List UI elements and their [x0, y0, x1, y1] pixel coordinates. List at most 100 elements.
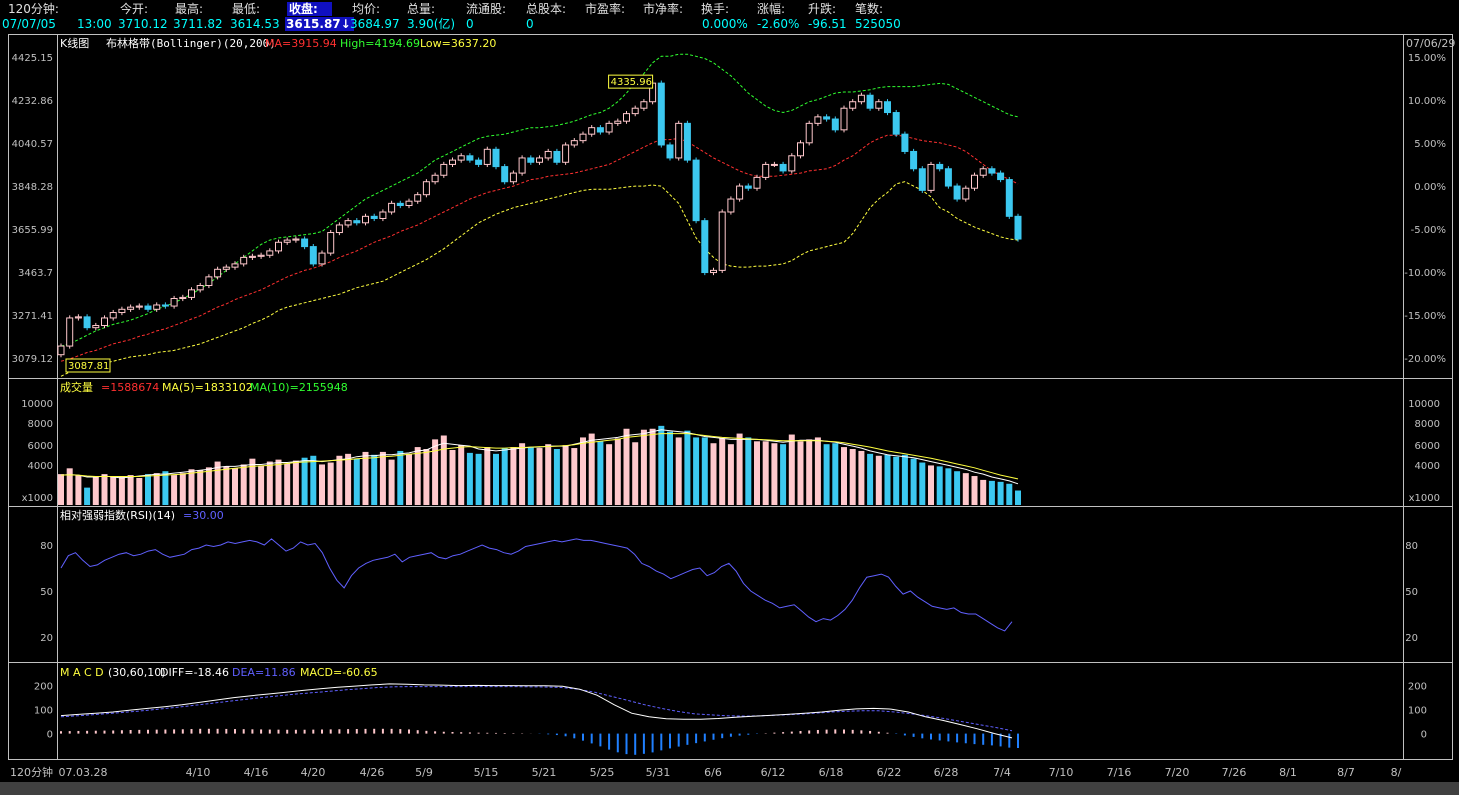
- volume-bar: [92, 476, 99, 505]
- volume-bar: [188, 469, 195, 505]
- volume-bar: [980, 479, 987, 505]
- volume-bar: [423, 449, 430, 505]
- volume-bar: [353, 458, 360, 505]
- volume-bar: [240, 464, 247, 505]
- volume-bar: [527, 447, 534, 505]
- volume-bar: [736, 433, 743, 505]
- volume-bar: [780, 444, 787, 505]
- macd-y-tick: 100: [34, 706, 53, 717]
- volume-bar: [1006, 483, 1013, 505]
- x-tick-label: 8/: [1391, 766, 1402, 779]
- candle-body: [388, 202, 396, 213]
- volume-bar: [823, 444, 830, 505]
- candle-body: [892, 112, 900, 135]
- x-tick-label: 7/20: [1165, 766, 1190, 779]
- candle-body: [422, 181, 430, 196]
- volume-bar: [814, 437, 821, 505]
- candle-body: [944, 168, 952, 187]
- volume-bar: [649, 428, 656, 505]
- volume-bar: [806, 439, 813, 505]
- candle-body: [66, 317, 74, 347]
- kline-right-tick: -5.00%: [1411, 225, 1446, 236]
- volume-bar: [640, 429, 647, 505]
- candle-body: [405, 200, 413, 207]
- volume-bar: [588, 433, 595, 505]
- volume-bar: [66, 468, 73, 505]
- bollinger-ma-line: [60, 134, 1019, 362]
- panel-borders: [8, 34, 1453, 760]
- candle-body: [501, 166, 509, 183]
- candle-body: [335, 224, 343, 234]
- volume-bar: [553, 449, 560, 505]
- rsi-plot: [60, 538, 1013, 632]
- volume-bar: [884, 454, 891, 505]
- volume-bar: [310, 455, 317, 505]
- candle-body: [596, 127, 604, 133]
- volume-bar: [501, 448, 508, 505]
- bollinger-lower-line: [60, 181, 1019, 377]
- candle-body: [240, 256, 248, 265]
- bottom-scrollbar[interactable]: [0, 782, 1459, 795]
- kline-right-tick: 0.00%: [1414, 182, 1446, 193]
- kline-right-tick: 15.00%: [1408, 53, 1446, 64]
- volume-bar: [327, 462, 334, 505]
- candle-body: [344, 220, 352, 226]
- macd-y-tick: 0: [47, 730, 53, 741]
- macd-right-tick: 0: [1421, 730, 1427, 741]
- volume-bar: [266, 461, 273, 505]
- volume-bar: [745, 437, 752, 505]
- candle-body: [918, 168, 926, 191]
- candle-body: [283, 239, 291, 243]
- candle-body: [327, 232, 335, 254]
- volume-bar: [466, 452, 473, 505]
- volume-bar: [849, 449, 856, 505]
- candle-body: [536, 157, 543, 163]
- candle-body: [318, 252, 326, 265]
- candle-body: [997, 172, 1005, 181]
- volume-y-tick: x1000: [22, 493, 53, 504]
- rsi-value: =30.00: [183, 509, 224, 522]
- candle-body: [805, 122, 813, 144]
- volume-ma10: MA(10)=2155948: [250, 381, 348, 394]
- candle-body: [1005, 179, 1013, 217]
- candle-body: [710, 269, 717, 274]
- volume-bar: [171, 475, 178, 505]
- kline-right-tick: -20.00%: [1404, 354, 1446, 365]
- candle-body: [301, 238, 309, 248]
- candle-body: [762, 163, 770, 178]
- volume-bar: [701, 437, 708, 505]
- candle-body: [623, 113, 630, 122]
- volume-bar: [414, 447, 421, 505]
- candle-body: [666, 144, 674, 159]
- candle-body: [701, 220, 709, 274]
- candle-body: [779, 163, 787, 172]
- candle-body: [640, 101, 648, 109]
- x-tick-label: 6/6: [704, 766, 722, 779]
- volume-bar: [75, 475, 82, 505]
- x-tick-label: 4/20: [301, 766, 326, 779]
- kline-indicator: 布林格带(Bollinger)(20,200): [106, 36, 276, 50]
- volume-bar: [867, 453, 874, 505]
- volume-bar: [954, 471, 961, 505]
- macd-right-tick: 100: [1408, 706, 1427, 717]
- stock-chart[interactable]: K线图 布林格带(Bollinger)(20,200) MA=3915.94 H…: [0, 0, 1459, 795]
- x-tick-label: 5/9: [415, 766, 433, 779]
- bollinger-upper-line: [60, 53, 1019, 347]
- volume-bar: [84, 487, 91, 505]
- volume-bar: [580, 437, 586, 505]
- candle-body: [962, 187, 970, 200]
- volume-bar: [362, 451, 369, 505]
- volume-bar: [458, 445, 465, 505]
- x-tick-label: 4/26: [360, 766, 385, 779]
- candle-body: [744, 185, 752, 189]
- candle-body: [431, 174, 439, 183]
- x-tick-label: 5/21: [532, 766, 557, 779]
- x-tick-label: 8/1: [1279, 766, 1297, 779]
- volume-bar: [910, 458, 917, 505]
- candle-body: [170, 297, 178, 307]
- volume-bar: [919, 462, 926, 505]
- volume-bar: [675, 437, 682, 505]
- candle-body: [605, 122, 613, 133]
- candle-body: [718, 211, 726, 271]
- volume-bar: [762, 441, 769, 505]
